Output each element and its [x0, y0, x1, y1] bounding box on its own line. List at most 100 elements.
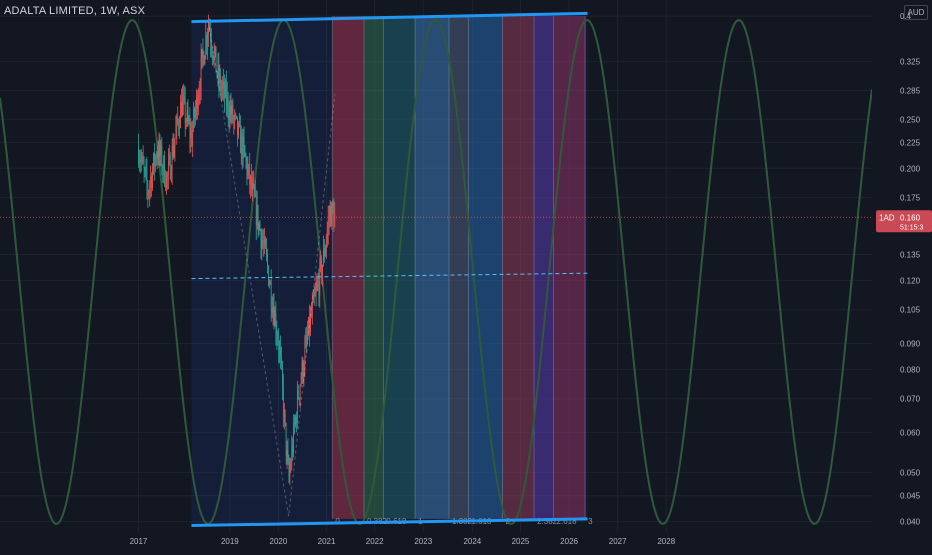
- fib-zone: [363, 16, 384, 519]
- candle: [138, 147, 139, 164]
- candle: [236, 115, 237, 118]
- currency-badge[interactable]: AUD: [904, 5, 928, 20]
- price-tick-label: 0.040: [900, 518, 921, 527]
- candle: [285, 422, 287, 456]
- candle: [144, 168, 146, 170]
- candle: [294, 422, 295, 425]
- candle: [284, 409, 286, 423]
- candle: [154, 156, 156, 167]
- time-tick-label: 2028: [657, 537, 675, 546]
- candle: [241, 134, 243, 159]
- candle: [289, 469, 291, 477]
- candle: [235, 114, 237, 116]
- time-tick-label: 2025: [512, 537, 530, 546]
- candle: [281, 356, 282, 366]
- candle: [224, 81, 225, 98]
- candle: [146, 170, 148, 186]
- candle: [185, 121, 187, 123]
- candle: [243, 136, 245, 147]
- candle: [168, 155, 170, 162]
- candle: [152, 169, 153, 188]
- ticker-label: 1AD: [879, 213, 895, 222]
- candle: [147, 185, 149, 195]
- candle: [325, 240, 327, 249]
- candle: [268, 284, 270, 286]
- candle: [286, 449, 288, 456]
- candle: [200, 57, 202, 90]
- chart-area[interactable]: 00.3820.61811.3821.61822.3822.6183 0.040 0…: [0, 0, 932, 550]
- chart-title: ADALTA LIMITED, 1W, ASX: [4, 5, 146, 17]
- candle: [160, 145, 162, 156]
- candle: [331, 203, 333, 227]
- candle: [141, 155, 143, 160]
- candle: [233, 118, 235, 121]
- candle: [299, 385, 301, 399]
- candle: [268, 265, 269, 286]
- candle: [315, 287, 317, 293]
- candle: [208, 24, 209, 35]
- candle: [226, 95, 228, 106]
- candle: [254, 186, 255, 197]
- candle: [283, 409, 285, 417]
- candle: [251, 176, 252, 190]
- candle: [215, 46, 217, 73]
- candle: [184, 98, 186, 123]
- candle: [197, 94, 198, 111]
- price-tick-label: 0.225: [900, 138, 921, 147]
- candle: [257, 205, 259, 231]
- price-tick-label: 0.175: [900, 194, 921, 203]
- candle: [260, 230, 262, 249]
- candle: [249, 164, 251, 184]
- candle: [244, 146, 246, 157]
- bar-countdown: 51:15:3: [900, 224, 923, 231]
- price-tick-label: 0.060: [900, 429, 921, 438]
- candle: [217, 65, 219, 75]
- candle: [230, 105, 232, 115]
- candle: [273, 307, 275, 327]
- candle: [157, 153, 159, 158]
- candle: [164, 156, 165, 185]
- fib-time-zones: 00.3820.61811.3821.61822.3822.6183: [331, 16, 593, 526]
- candle: [297, 390, 298, 423]
- candle: [291, 447, 293, 466]
- price-tick-label: 0.120: [900, 276, 921, 285]
- candle: [187, 110, 189, 122]
- price-tick-label: 0.200: [900, 164, 921, 173]
- candle: [310, 314, 311, 333]
- candle: [270, 281, 272, 309]
- candle: [245, 156, 247, 161]
- candle: [169, 155, 171, 179]
- candle: [167, 173, 168, 176]
- candle: [328, 217, 330, 220]
- candle: [261, 239, 263, 249]
- candle: [214, 46, 216, 52]
- candle: [190, 131, 192, 138]
- candle: [277, 337, 279, 342]
- candle: [322, 265, 323, 278]
- candle: [193, 108, 194, 129]
- candle: [297, 390, 299, 398]
- candle: [205, 35, 207, 57]
- price-chart[interactable]: 00.3820.61811.3821.61822.3822.6183 0.040 0…: [0, 0, 932, 550]
- candle: [229, 105, 231, 121]
- fib-label: 0: [335, 517, 340, 526]
- candle: [182, 99, 183, 117]
- candle: [148, 191, 150, 195]
- price-tick-label: 0.105: [900, 306, 921, 315]
- price-axis-bg: [872, 0, 932, 550]
- price-tick-label: 0.080: [900, 365, 921, 374]
- candle: [182, 96, 184, 100]
- candle: [254, 193, 256, 197]
- time-tick-label: 2027: [609, 537, 627, 546]
- candle: [204, 56, 206, 65]
- candle: [280, 347, 281, 357]
- candle: [301, 360, 303, 380]
- candle: [174, 138, 176, 148]
- candle: [282, 386, 284, 417]
- candle: [216, 72, 218, 75]
- candle: [194, 108, 195, 118]
- candle: [183, 96, 185, 99]
- candle: [154, 153, 155, 167]
- candle: [274, 312, 276, 327]
- candle: [246, 160, 248, 176]
